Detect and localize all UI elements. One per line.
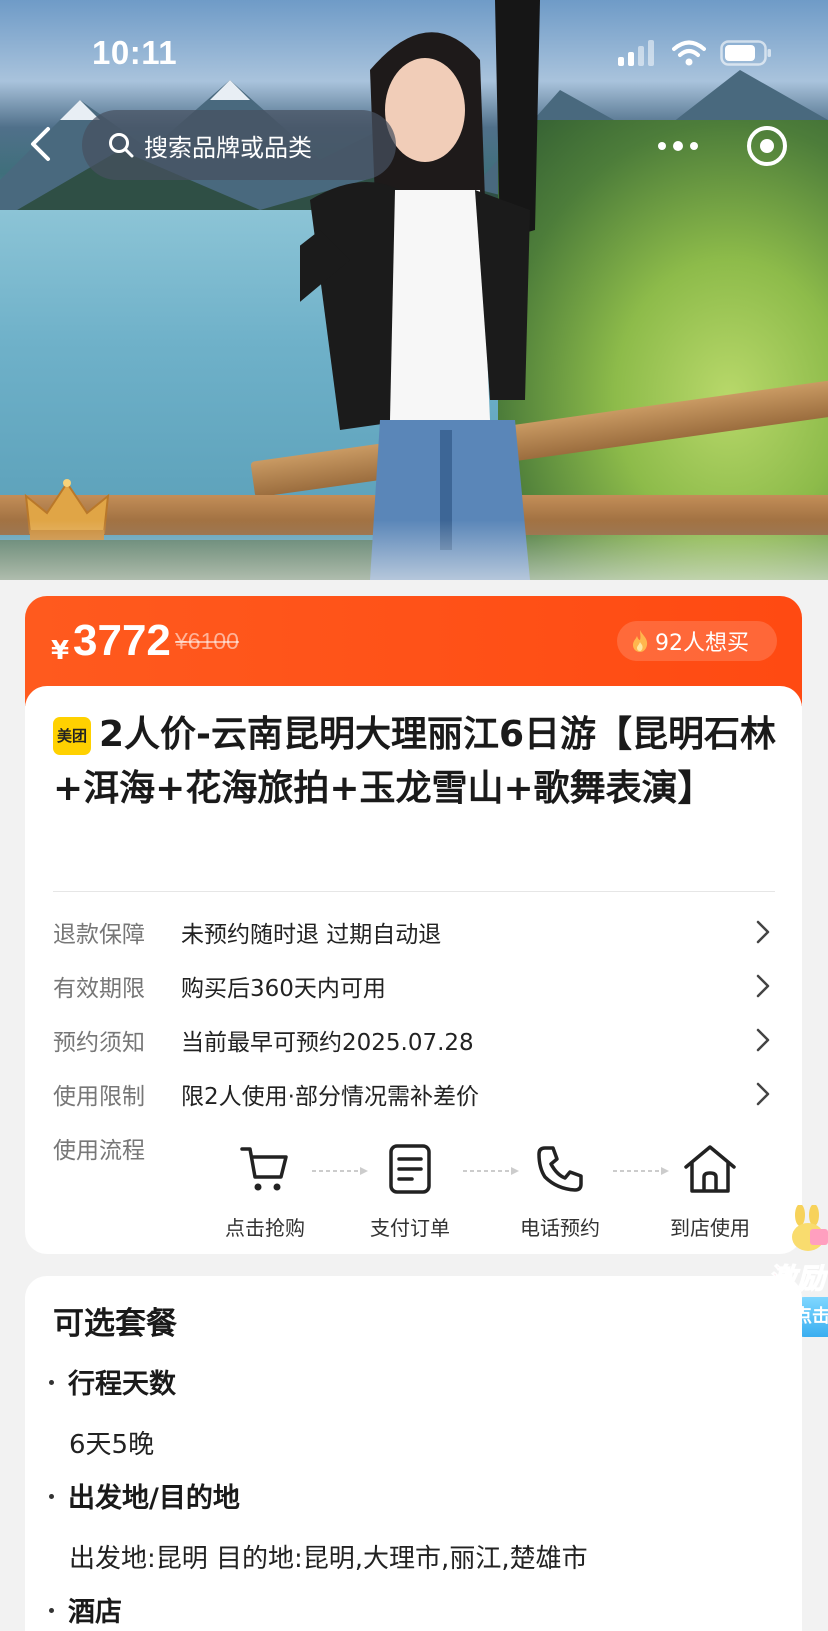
flow-step-call[interactable]: 电话预约 <box>500 1138 620 1241</box>
want-count-text: 92人想买 <box>655 631 749 656</box>
battery-icon <box>720 40 771 66</box>
bunny-icon <box>792 1205 828 1251</box>
flow-step-buy[interactable]: 点击抢购 <box>205 1138 325 1241</box>
package-options-card: 可选套餐 行程天数 6天5晚 出发地/目的地 出发地:昆明 目的地:昆明,大理市… <box>25 1276 802 1631</box>
info-row-refund[interactable]: 退款保障 未预约随时退 过期自动退 <box>53 910 775 954</box>
fire-icon <box>633 630 648 652</box>
more-options-button[interactable] <box>655 128 701 164</box>
product-info-card: 美团 2人价-云南昆明大理丽江6日游【昆明石林+洱海+花海旅拍+玉龙雪山+歌舞表演… <box>25 686 802 1254</box>
cellular-signal-icon <box>618 40 654 66</box>
usage-flow-label: 使用流程 <box>53 1138 145 1164</box>
chevron-right-icon <box>751 920 775 944</box>
flow-step-visit[interactable]: 到店使用 <box>650 1138 770 1241</box>
search-placeholder: 搜索品牌或品类 <box>144 133 312 162</box>
info-row-validity[interactable]: 有效期限 购买后360天内可用 <box>53 964 775 1008</box>
info-row-value: 购买后360天内可用 <box>181 976 386 1002</box>
more-dot-icon <box>690 142 698 150</box>
info-row-value: 未预约随时退 过期自动退 <box>181 922 442 948</box>
option-section-hotel: 酒店 <box>49 1590 122 1629</box>
option-heading: 酒店 <box>68 1597 122 1628</box>
info-row-label: 使用限制 <box>53 1084 145 1110</box>
status-icons <box>618 40 772 66</box>
info-row-usage-limit[interactable]: 使用限制 限2人使用·部分情况需补差价 <box>53 1072 775 1116</box>
order-icon <box>389 1144 431 1194</box>
person-graphic <box>300 0 540 580</box>
chevron-right-icon <box>751 1028 775 1052</box>
flow-step-label: 电话预约 <box>520 1216 600 1240</box>
wifi-icon <box>672 40 706 66</box>
more-dot-icon <box>673 141 683 151</box>
hero-fade <box>0 520 828 580</box>
want-count-badge: 92人想买 <box>617 621 777 661</box>
info-row-value: 限2人使用·部分情况需补差价 <box>181 1084 479 1110</box>
chevron-right-icon <box>751 974 775 998</box>
store-icon <box>684 1145 736 1193</box>
bullet-icon <box>49 1608 54 1613</box>
info-row-label: 退款保障 <box>53 922 145 948</box>
option-heading: 出发地/目的地 <box>68 1483 240 1514</box>
info-row-label: 有效期限 <box>53 976 145 1002</box>
info-row-label: 预约须知 <box>53 1030 145 1056</box>
chevron-right-icon <box>751 1082 775 1106</box>
status-bar: 10:11 <box>0 28 828 78</box>
search-icon <box>109 133 134 158</box>
option-value-route[interactable]: 出发地:昆明 目的地:昆明,大理市,丽江,楚雄市 <box>69 1538 588 1575</box>
bullet-icon <box>49 1494 54 1499</box>
usage-flow: 点击抢购 支付订单 电话预约 到店使用 <box>205 1138 785 1248</box>
back-button[interactable] <box>18 122 62 166</box>
current-price: 3772 <box>73 616 171 665</box>
flow-step-label: 到店使用 <box>670 1216 750 1240</box>
bullet-icon <box>49 1380 54 1385</box>
target-icon <box>760 139 774 153</box>
close-miniprogram-button[interactable] <box>747 126 787 166</box>
status-time: 10:11 <box>92 34 178 71</box>
divider <box>53 891 775 892</box>
product-title: 美团 2人价-云南昆明大理丽江6日游【昆明石林+洱海+花海旅拍+玉龙雪山+歌舞表演… <box>53 708 783 816</box>
phone-icon <box>537 1146 583 1192</box>
flow-step-pay[interactable]: 支付订单 <box>350 1138 470 1241</box>
hero-photo[interactable] <box>0 0 828 580</box>
more-dot-icon <box>658 142 666 150</box>
options-title: 可选套餐 <box>53 1306 177 1342</box>
cart-icon <box>240 1147 288 1191</box>
flow-step-label: 支付订单 <box>370 1216 450 1240</box>
info-row-booking[interactable]: 预约须知 当前最早可预约2025.07.28 <box>53 1018 775 1062</box>
option-section-days: 行程天数 <box>49 1362 176 1401</box>
chevron-left-icon <box>31 127 50 161</box>
original-price: ¥6100 <box>175 628 239 654</box>
option-value-days[interactable]: 6天5晚 <box>69 1424 154 1461</box>
currency-symbol: ¥ <box>51 636 70 666</box>
product-title-text: 2人价-云南昆明大理丽江6日游【昆明石林+洱海+花海旅拍+玉龙雪山+歌舞表演】 <box>53 714 777 809</box>
flow-step-label: 点击抢购 <box>225 1216 305 1240</box>
option-heading: 行程天数 <box>68 1369 176 1400</box>
info-row-value: 当前最早可预约2025.07.28 <box>181 1030 474 1056</box>
search-input[interactable]: 搜索品牌或品类 <box>82 110 396 180</box>
option-section-route: 出发地/目的地 <box>49 1476 240 1515</box>
meituan-badge: 美团 <box>53 717 91 755</box>
